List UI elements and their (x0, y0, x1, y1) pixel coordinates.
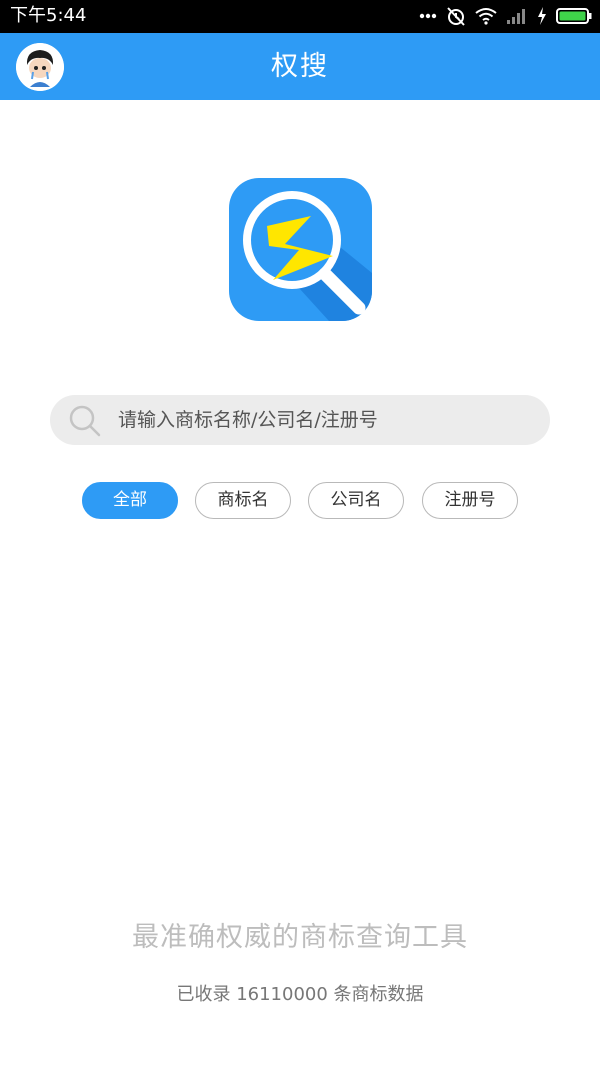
battery-icon (556, 7, 592, 25)
alarm-off-icon (446, 6, 466, 26)
filter-chip-company[interactable]: 公司名 (308, 482, 404, 519)
status-time: 下午5:44 (10, 5, 87, 26)
app-logo (229, 178, 372, 321)
more-dots-icon (419, 13, 437, 19)
status-icons (419, 5, 592, 27)
filter-chip-registration-number[interactable]: 注册号 (422, 482, 518, 519)
status-bar: 下午5:44 (0, 0, 600, 33)
charging-icon (537, 7, 547, 25)
search-icon (68, 404, 102, 438)
avatar[interactable] (16, 43, 64, 91)
tagline: 最准确权威的商标查询工具 (132, 922, 468, 953)
filter-chip-trademark[interactable]: 商标名 (195, 482, 291, 519)
wifi-icon (475, 7, 497, 25)
app-header: 权搜 (0, 33, 600, 100)
filter-chip-all[interactable]: 全部 (82, 482, 178, 519)
search-input[interactable]: 请输入商标名称/公司名/注册号 (118, 395, 528, 445)
signal-icon (506, 7, 528, 25)
record-count: 已收录 16110000 条商标数据 (176, 984, 424, 1005)
search-bar[interactable]: 请输入商标名称/公司名/注册号 (50, 395, 550, 445)
page-title: 权搜 (271, 51, 329, 82)
